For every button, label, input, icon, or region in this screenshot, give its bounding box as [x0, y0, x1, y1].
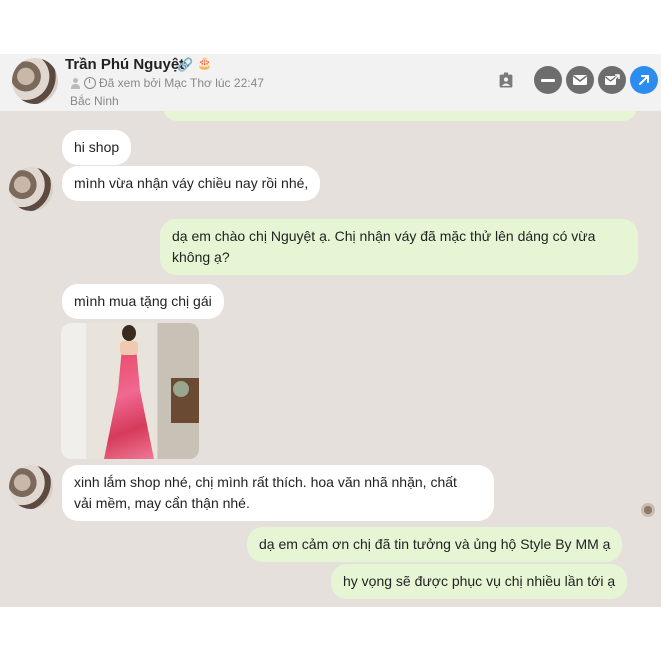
mail-icon	[573, 75, 587, 85]
sender-avatar[interactable]	[9, 465, 53, 509]
sender-avatar[interactable]	[9, 167, 53, 211]
read-receipt-avatar	[641, 503, 655, 517]
seen-status: Đã xem bởi Mạc Thơ lúc 22:47	[70, 76, 264, 90]
chat-header: Trần Phú Nguyệt 🔗 🎂 Đã xem bởi Mạc Thơ l…	[0, 54, 661, 111]
message-line: dạ em chào chị Nguyệt ạ. Chị nhận váy đã…	[172, 228, 596, 244]
seen-text: Đã xem bởi Mạc Thơ lúc 22:47	[99, 76, 264, 90]
minimize-button[interactable]	[534, 66, 562, 94]
contact-location: Bắc Ninh	[70, 94, 119, 108]
link-icon: 🔗	[177, 57, 194, 72]
message-line: không ạ?	[172, 249, 230, 265]
message-bubble[interactable]: hi shop	[62, 130, 132, 165]
mail-forward-button[interactable]	[598, 66, 626, 94]
message-bubble[interactable]: hy vọng sẽ được phục vụ chị nhiều lần tớ…	[331, 564, 628, 599]
contact-card-button[interactable]	[492, 65, 520, 95]
chat-window: Trần Phú Nguyệt 🔗 🎂 Đã xem bởi Mạc Thơ l…	[0, 54, 661, 607]
person-icon	[70, 77, 81, 89]
message-bubble[interactable]: mình mua tặng chị gái	[62, 284, 224, 319]
message-bubble[interactable]: dạ em cảm ơn chị đã tin tưởng và ủng hộ …	[247, 527, 623, 562]
message-bubble[interactable]: mình vừa nhận váy chiều nay rồi nhé,	[62, 166, 321, 201]
contact-avatar[interactable]	[12, 58, 58, 104]
message-line: vải mềm, may cẩn thận nhé.	[74, 495, 250, 511]
message-line: xinh lắm shop nhé, chị mình rất thích. h…	[74, 474, 457, 490]
mail-forward-icon	[605, 74, 620, 85]
open-external-button[interactable]	[630, 66, 658, 94]
contact-name[interactable]: Trần Phú Nguyệt	[65, 56, 184, 73]
contact-card-icon	[499, 72, 513, 88]
message-bubble[interactable]: xinh lắm shop nhé, chị mình rất thích. h…	[62, 465, 494, 521]
message-bubble[interactable]: dạ em chào chị Nguyệt ạ. Chị nhận váy đã…	[160, 219, 638, 275]
open-external-icon	[639, 75, 649, 85]
birthday-icon: 🎂	[197, 56, 212, 70]
mail-button[interactable]	[566, 66, 594, 94]
dress-photo[interactable]	[61, 323, 199, 459]
clock-icon	[84, 77, 96, 89]
